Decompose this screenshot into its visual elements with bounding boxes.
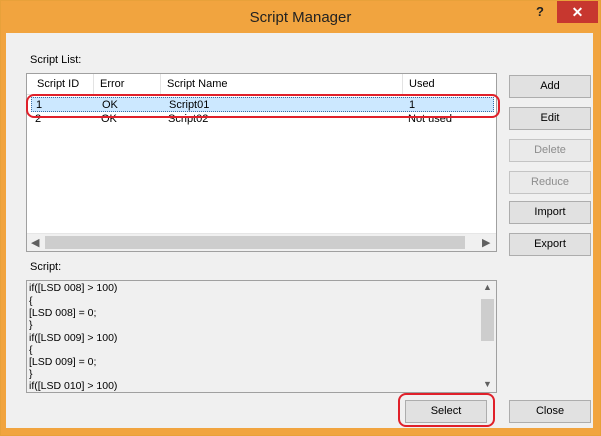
- import-button[interactable]: Import: [509, 201, 591, 224]
- scroll-right-icon[interactable]: ▶: [482, 236, 490, 249]
- add-button[interactable]: Add: [509, 75, 591, 98]
- code-line: }: [29, 368, 33, 380]
- vertical-scrollbar[interactable]: ▲ ▼: [479, 281, 496, 392]
- code-line: if([LSD 010] > 100): [29, 380, 118, 392]
- scroll-down-icon[interactable]: ▼: [483, 379, 492, 389]
- column-header-used[interactable]: Used: [403, 74, 496, 94]
- close-window-button[interactable]: ✕: [557, 1, 598, 23]
- scrollbar-thumb[interactable]: [481, 299, 494, 341]
- code-line: [LSD 008] = 0;: [29, 307, 97, 319]
- script-label: Script:: [30, 261, 62, 273]
- column-header-error[interactable]: Error: [94, 74, 161, 94]
- export-button[interactable]: Export: [509, 233, 591, 256]
- scrollbar-thumb[interactable]: [45, 236, 465, 249]
- script-preview[interactable]: if([LSD 008] > 100) { [LSD 008] = 0; } i…: [26, 280, 497, 393]
- code-line: if([LSD 008] > 100): [29, 282, 118, 294]
- horizontal-scrollbar[interactable]: ◀ ▶: [27, 233, 496, 251]
- scroll-left-icon[interactable]: ◀: [31, 236, 39, 249]
- title-bar[interactable]: Script Manager ? ✕: [1, 1, 600, 34]
- help-button[interactable]: ?: [527, 1, 553, 23]
- code-line: [LSD 009] = 0;: [29, 356, 97, 368]
- row-highlight-annotation: [26, 94, 500, 118]
- list-header: Script ID Error Script Name Used: [27, 74, 496, 95]
- code-line: }: [29, 319, 33, 331]
- code-line: {: [29, 344, 33, 356]
- scroll-up-icon[interactable]: ▲: [483, 282, 492, 292]
- column-header-script-name[interactable]: Script Name: [161, 74, 403, 94]
- window-title: Script Manager: [249, 9, 352, 26]
- script-list-label: Script List:: [30, 54, 82, 66]
- delete-button[interactable]: Delete: [509, 139, 591, 162]
- select-highlight-annotation: [398, 393, 495, 427]
- edit-button[interactable]: Edit: [509, 107, 591, 130]
- column-header-script-id[interactable]: Script ID: [31, 74, 94, 94]
- reduce-button[interactable]: Reduce: [509, 171, 591, 194]
- code-line: if([LSD 009] > 100): [29, 332, 118, 344]
- code-line: {: [29, 295, 33, 307]
- close-button[interactable]: Close: [509, 400, 591, 423]
